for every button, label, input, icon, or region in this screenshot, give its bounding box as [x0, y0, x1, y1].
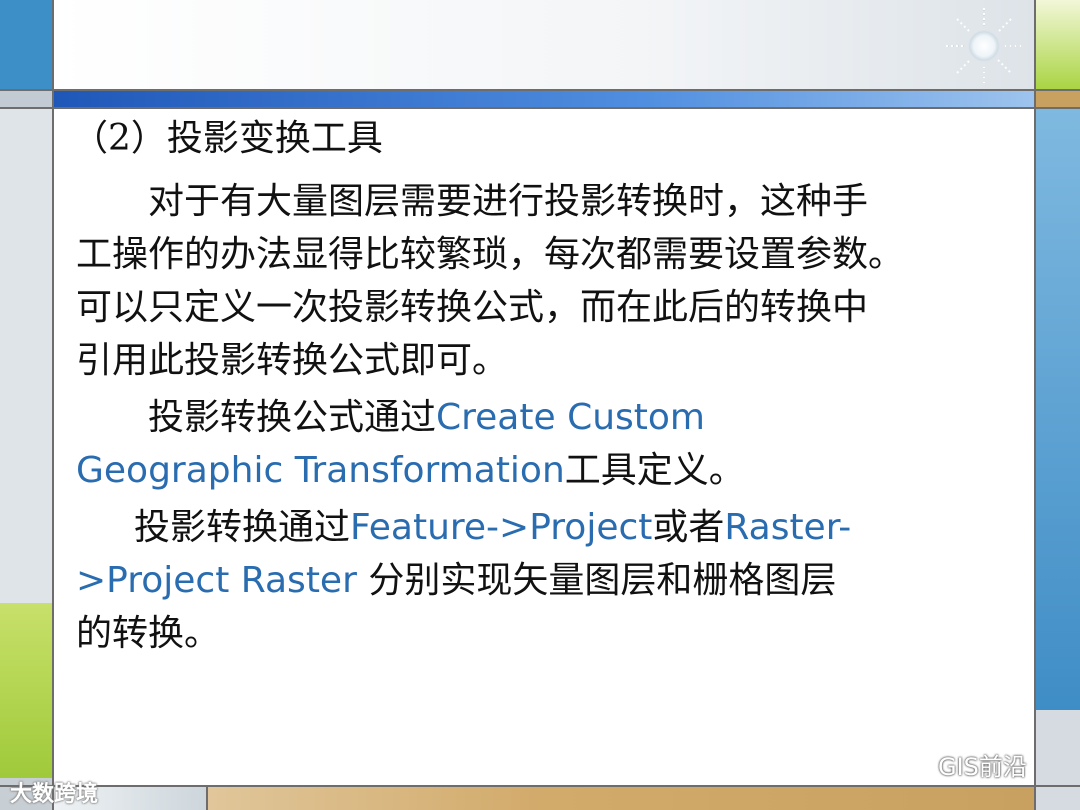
paragraph-2-tail: 工具定义。 — [564, 450, 745, 491]
frame-block-right-middle — [1036, 108, 1080, 710]
paragraph-2-line-2: Geographic Transformation工具定义。 — [76, 444, 1026, 497]
tool-name-raster: Raster- — [724, 507, 852, 548]
paragraph-1-line-2: 工操作的办法显得比较繁琐，每次都需要设置参数。 — [76, 234, 905, 275]
tool-name-project-raster: >Project Raster — [76, 560, 357, 601]
sunburst-icon — [946, 8, 1022, 84]
frame-line — [206, 786, 208, 810]
frame-block-right-top — [1036, 0, 1080, 90]
top-band — [52, 90, 1036, 108]
paragraph-2-line-1: 投影转换公式通过Create Custom — [76, 391, 1026, 444]
paragraph-1-line-1: 对于有大量图层需要进行投影转换时，这种手 — [148, 181, 869, 222]
frame-line — [52, 0, 54, 810]
wechat-icon — [900, 755, 933, 780]
frame-line — [0, 785, 1080, 787]
paragraph-3-mid: 或者 — [652, 507, 725, 548]
top-band-right — [1036, 90, 1080, 108]
paragraph-3-line-3: 的转换。 — [76, 613, 221, 654]
paragraph-1: 对于有大量图层需要进行投影转换时，这种手 工操作的办法显得比较繁琐，每次都需要设… — [76, 175, 1026, 387]
watermark-left: 大数跨境 — [10, 782, 99, 807]
slide-heading: （2）投影变换工具 — [72, 118, 383, 159]
slide-body: （2）投影变换工具 对于有大量图层需要进行投影转换时，这种手 工操作的办法显得比… — [72, 112, 1026, 664]
frame-block-left-middle — [0, 108, 52, 603]
paragraph-1-line-3: 可以只定义一次投影转换公式，而在此后的转换中 — [76, 287, 869, 328]
paragraph-3-line-1: 投影转换通过Feature->Project或者Raster- — [76, 501, 1026, 554]
paragraph-1-line-4: 引用此投影转换公式即可。 — [76, 340, 509, 381]
header-background — [52, 0, 1036, 90]
frame-line — [0, 107, 1080, 109]
top-band-left — [0, 90, 52, 108]
paragraph-3-tail-1: 分别实现矢量图层和栅格图层 — [356, 560, 837, 601]
paragraph-3-lead: 投影转换通过 — [134, 507, 351, 548]
paragraph-2-lead: 投影转换公式通过 — [148, 397, 437, 438]
tool-name-create-custom: Create Custom — [436, 397, 705, 438]
paragraph-3: 投影转换通过Feature->Project或者Raster- >Project… — [76, 501, 1026, 660]
frame-line — [1034, 0, 1036, 810]
paragraph-2: 投影转换公式通过Create Custom Geographic Transfo… — [76, 391, 1026, 497]
watermark-right: GIS前沿 — [900, 747, 1027, 782]
frame-block-left-bottom — [0, 603, 52, 778]
tool-name-feature-project: Feature->Project — [350, 507, 653, 548]
frame-line — [0, 89, 1080, 91]
tool-name-geographic-transformation: Geographic Transformation — [76, 450, 565, 491]
paragraph-3-line-2: >Project Raster 分别实现矢量图层和栅格图层 — [76, 554, 1026, 607]
frame-block-left-top — [0, 0, 52, 90]
frame-block-right-bottom — [1036, 710, 1080, 810]
